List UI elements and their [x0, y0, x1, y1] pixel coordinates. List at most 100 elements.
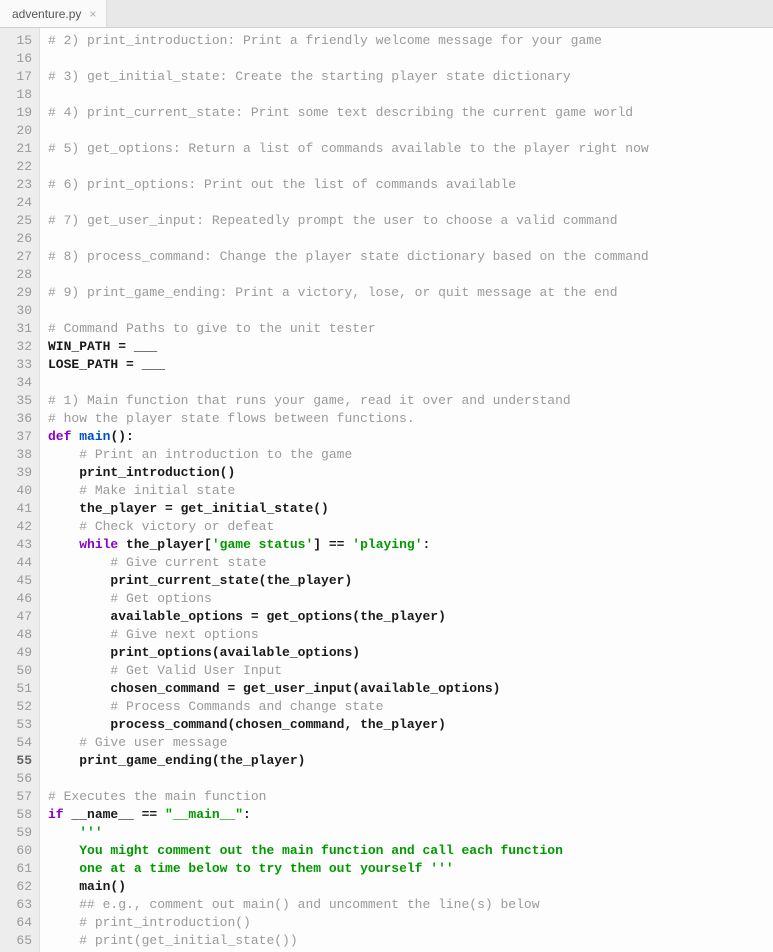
code-line: ## e.g., comment out main() and uncommen… [48, 896, 773, 914]
code-line [48, 50, 773, 68]
code-line [48, 770, 773, 788]
code-line: while the_player['game status'] == 'play… [48, 536, 773, 554]
gutter-line-number: 17 [4, 68, 32, 86]
gutter-line-number: 48 [4, 626, 32, 644]
gutter-line-number: 59 [4, 824, 32, 842]
token-plain: main() [79, 879, 126, 894]
code-line: # Give current state [48, 554, 773, 572]
token-plain: __name__ == [64, 807, 165, 822]
token-comment: # Get options [110, 591, 211, 606]
token-comment: # Process Commands and change state [110, 699, 383, 714]
token-keyword: if [48, 807, 64, 822]
gutter-line-number: 26 [4, 230, 32, 248]
gutter-line-number: 15 [4, 32, 32, 50]
gutter-line-number: 36 [4, 410, 32, 428]
gutter-line-number: 27 [4, 248, 32, 266]
token-comment: # Print an introduction to the game [79, 447, 352, 462]
code-line [48, 302, 773, 320]
code-line: print_game_ending(the_player) [48, 752, 773, 770]
code-line: # Give user message [48, 734, 773, 752]
code-line: # 7) get_user_input: Repeatedly prompt t… [48, 212, 773, 230]
gutter-line-number: 56 [4, 770, 32, 788]
code-line: # 6) print_options: Print out the list o… [48, 176, 773, 194]
gutter-line-number: 28 [4, 266, 32, 284]
token-plain: the_player = get_initial_state() [79, 501, 329, 516]
token-string: "__main__" [165, 807, 243, 822]
token-comment: # print(get_initial_state()) [79, 933, 297, 948]
token-plain: : [243, 807, 251, 822]
gutter-line-number: 50 [4, 662, 32, 680]
code-line: # Process Commands and change state [48, 698, 773, 716]
gutter-line-number: 21 [4, 140, 32, 158]
token-comment: # Executes the main function [48, 789, 266, 804]
gutter-line-number: 52 [4, 698, 32, 716]
gutter-line-number: 35 [4, 392, 32, 410]
token-comment: # print_introduction() [79, 915, 251, 930]
gutter-line-number: 47 [4, 608, 32, 626]
token-comment: # 2) print_introduction: Print a friendl… [48, 33, 602, 48]
token-string: 'game status' [212, 537, 313, 552]
token-plain: the_player[ [118, 537, 212, 552]
gutter-line-number: 45 [4, 572, 32, 590]
code-line: # Executes the main function [48, 788, 773, 806]
code-line: # 3) get_initial_state: Create the start… [48, 68, 773, 86]
close-icon[interactable]: × [89, 7, 96, 21]
code-line [48, 266, 773, 284]
editor: 1516171819202122232425262728293031323334… [0, 28, 773, 952]
code-line: # Command Paths to give to the unit test… [48, 320, 773, 338]
code-line: def main(): [48, 428, 773, 446]
code-line: # Get options [48, 590, 773, 608]
gutter-line-number: 41 [4, 500, 32, 518]
gutter-line-number: 38 [4, 446, 32, 464]
gutter-line-number: 54 [4, 734, 32, 752]
gutter-line-number: 61 [4, 860, 32, 878]
code-line: # Get Valid User Input [48, 662, 773, 680]
code-line: You might comment out the main function … [48, 842, 773, 860]
token-comment: # 6) print_options: Print out the list o… [48, 177, 516, 192]
gutter-line-number: 42 [4, 518, 32, 536]
token-punct: (): [110, 429, 133, 444]
gutter-line-number: 46 [4, 590, 32, 608]
code-line: # print_introduction() [48, 914, 773, 932]
gutter-line-number: 63 [4, 896, 32, 914]
token-plain: process_command(chosen_command, the_play… [110, 717, 445, 732]
gutter-line-number: 37 [4, 428, 32, 446]
code-line: available_options = get_options(the_play… [48, 608, 773, 626]
gutter-line-number: 20 [4, 122, 32, 140]
token-keyword: def [48, 429, 71, 444]
code-line: # Check victory or defeat [48, 518, 773, 536]
token-comment: # 4) print_current_state: Print some tex… [48, 105, 633, 120]
code-line: # how the player state flows between fun… [48, 410, 773, 428]
gutter-line-number: 24 [4, 194, 32, 212]
code-line [48, 194, 773, 212]
tab-file[interactable]: adventure.py × [0, 0, 107, 27]
gutter-line-number: 43 [4, 536, 32, 554]
code-line: the_player = get_initial_state() [48, 500, 773, 518]
token-plain: print_current_state(the_player) [110, 573, 352, 588]
token-plain: : [423, 537, 431, 552]
token-plain: print_introduction() [79, 465, 235, 480]
token-comment: # how the player state flows between fun… [48, 411, 415, 426]
token-comment: # 5) get_options: Return a list of comma… [48, 141, 649, 156]
token-plain: ] == [313, 537, 352, 552]
gutter-line-number: 60 [4, 842, 32, 860]
code-line: # 2) print_introduction: Print a friendl… [48, 32, 773, 50]
gutter-line-number: 16 [4, 50, 32, 68]
token-string: You might comment out the main function … [79, 843, 563, 858]
gutter-line-number: 40 [4, 482, 32, 500]
token-plain: LOSE_PATH = ___ [48, 357, 165, 372]
code-line: if __name__ == "__main__": [48, 806, 773, 824]
gutter-line-number: 31 [4, 320, 32, 338]
code-line: # Give next options [48, 626, 773, 644]
token-comment: # Make initial state [79, 483, 235, 498]
code-line: main() [48, 878, 773, 896]
code-area[interactable]: # 2) print_introduction: Print a friendl… [40, 28, 773, 952]
token-comment: # Give user message [79, 735, 227, 750]
gutter-line-number: 39 [4, 464, 32, 482]
token-comment: # 7) get_user_input: Repeatedly prompt t… [48, 213, 618, 228]
code-line: chosen_command = get_user_input(availabl… [48, 680, 773, 698]
gutter-line-number: 55 [4, 752, 32, 770]
token-plain: chosen_command = get_user_input(availabl… [110, 681, 500, 696]
token-comment: # Check victory or defeat [79, 519, 274, 534]
gutter-line-number: 65 [4, 932, 32, 950]
